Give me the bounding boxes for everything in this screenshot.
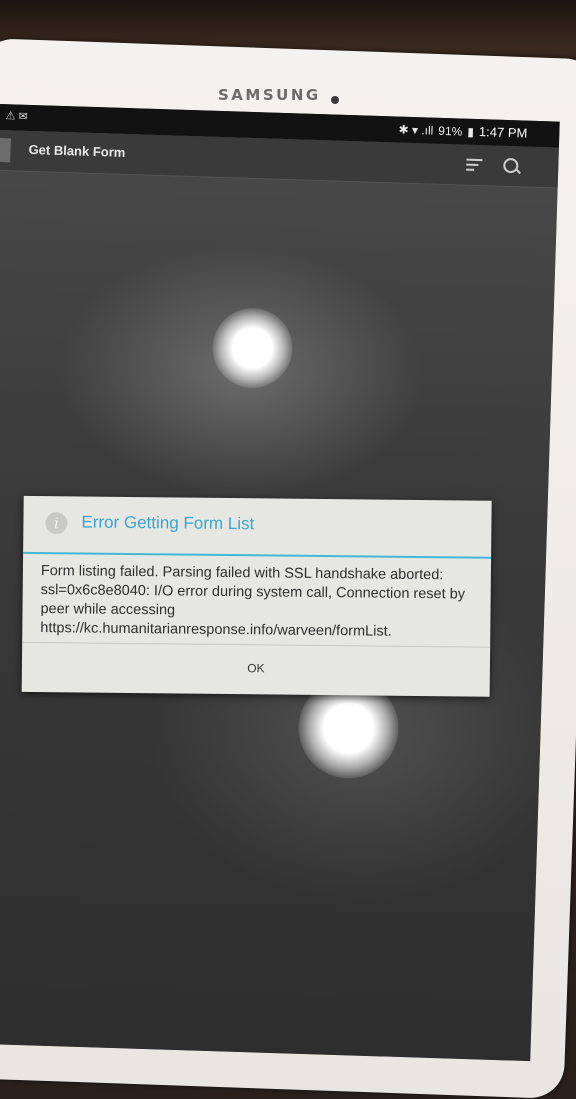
app-icon[interactable] [0, 137, 11, 163]
sort-icon[interactable] [466, 158, 483, 174]
ok-button[interactable]: OK [22, 643, 490, 694]
dialog-message: Form listing failed. Parsing failed with… [40, 563, 466, 640]
notification-icons: ⚠ ✉ [5, 110, 28, 123]
search-icon[interactable] [503, 157, 519, 174]
info-icon: i [45, 512, 68, 535]
front-camera [331, 96, 339, 104]
tablet-screen: ⚠ ✉ ✱ ▾ .ıll 91% ▮ 1:47 PM Get Blank For… [0, 104, 560, 1062]
device-brand: SAMSUNG [218, 86, 321, 104]
dialog-header: i Error Getting Form List [23, 495, 492, 559]
signal-icons: ✱ ▾ .ıll [398, 122, 434, 138]
status-indicators: ✱ ▾ .ıll 91% ▮ 1:47 PM [398, 122, 527, 141]
battery-level: 91% [438, 123, 463, 139]
battery-icon: ▮ [467, 124, 475, 139]
dialog-title: Error Getting Form List [81, 512, 255, 534]
page-title: Get Blank Form [28, 141, 126, 160]
clock: 1:47 PM [478, 124, 528, 141]
error-dialog: i Error Getting Form List Form listing f… [21, 495, 492, 697]
